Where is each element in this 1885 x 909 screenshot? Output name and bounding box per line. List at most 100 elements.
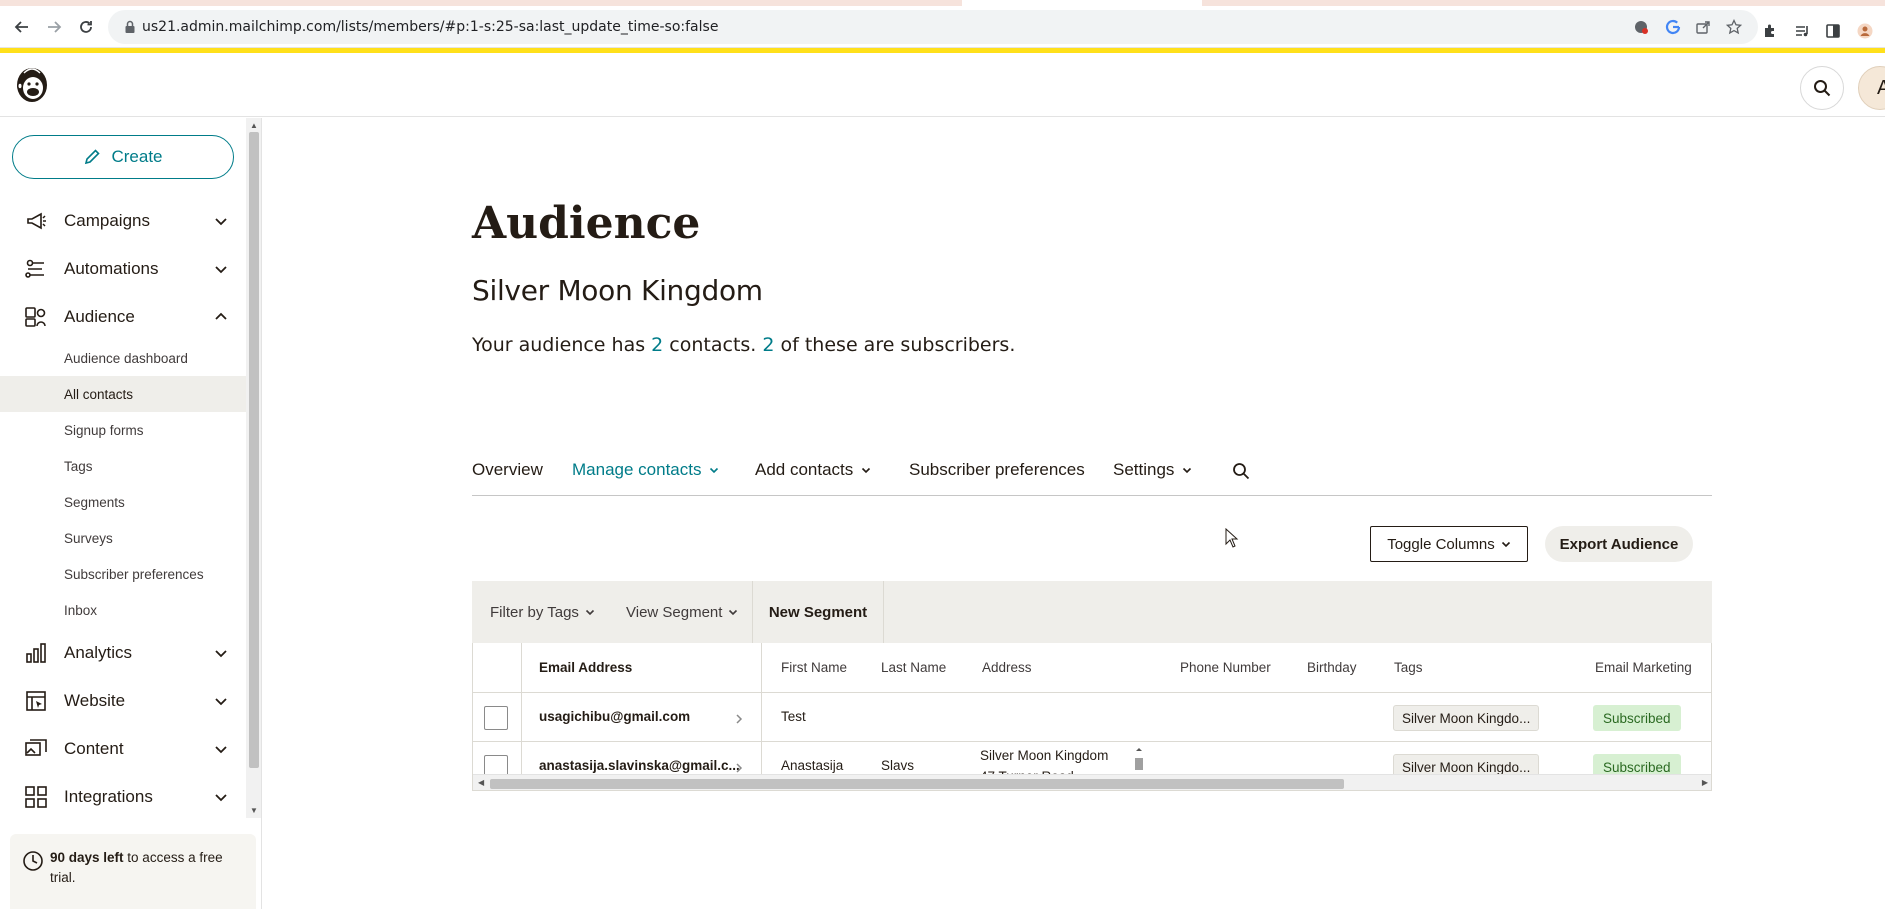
- column-header-tags[interactable]: Tags: [1394, 660, 1423, 675]
- tab-overview[interactable]: Overview: [472, 460, 543, 480]
- row-checkbox[interactable]: [484, 755, 508, 774]
- sidebar-item-audience[interactable]: Audience: [0, 294, 246, 340]
- tab-manage-contacts[interactable]: Manage contacts: [572, 460, 719, 480]
- bar-chart-icon: [26, 643, 46, 663]
- table-horizontal-scrollbar[interactable]: ◀ ▶: [473, 774, 1711, 790]
- contacts-count-link[interactable]: 2: [651, 334, 663, 356]
- scroll-right-arrow-icon[interactable]: ▶: [1702, 778, 1708, 787]
- media-queue-icon[interactable]: [1792, 21, 1812, 41]
- sidebar-subitem-audience-dashboard[interactable]: Audience dashboard: [0, 340, 246, 376]
- sidebar: Create Campaigns Automations Audience Au…: [0, 118, 262, 909]
- sidebar-item-integrations[interactable]: Integrations: [0, 774, 246, 820]
- profile-icon[interactable]: [1855, 21, 1875, 41]
- side-panel-icon[interactable]: [1823, 21, 1843, 41]
- toggle-columns-label: Toggle Columns: [1387, 535, 1495, 553]
- back-icon[interactable]: [10, 15, 34, 39]
- search-icon: [1814, 80, 1831, 97]
- sidebar-item-automations[interactable]: Automations: [0, 246, 246, 292]
- scroll-down-arrow-icon[interactable]: ▼: [250, 806, 258, 815]
- chevron-right-icon[interactable]: [735, 762, 743, 774]
- app-header: A: [0, 53, 1885, 117]
- scroll-left-arrow-icon[interactable]: ◀: [478, 778, 484, 787]
- sidebar-subitem-label: Subscriber preferences: [64, 566, 204, 582]
- sidebar-subitem-segments[interactable]: Segments: [0, 484, 246, 520]
- row-tag[interactable]: Silver Moon Kingdo...: [1393, 705, 1540, 731]
- tab-label: Settings: [1113, 460, 1175, 479]
- tab-label: Overview: [472, 460, 543, 479]
- forward-icon[interactable]: [42, 15, 66, 39]
- subscribers-count-link[interactable]: 2: [762, 334, 774, 356]
- column-header-phone[interactable]: Phone Number: [1180, 660, 1271, 675]
- column-header-email[interactable]: Email Address: [539, 660, 632, 675]
- tab-search[interactable]: [1232, 462, 1250, 480]
- clock-icon: [23, 851, 43, 871]
- column-header-last-name[interactable]: Last Name: [881, 660, 946, 675]
- export-audience-button[interactable]: Export Audience: [1545, 526, 1693, 562]
- trial-banner[interactable]: 90 days left to access a free trial.: [10, 834, 256, 909]
- sidebar-scrollbar[interactable]: ▲ ▼: [246, 118, 261, 818]
- summary-mid: contacts.: [663, 334, 763, 356]
- blocked-cookies-icon[interactable]: [1632, 18, 1650, 36]
- sidebar-item-analytics[interactable]: Analytics: [0, 630, 246, 676]
- share-icon[interactable]: [1694, 18, 1712, 36]
- filter-by-tags-dropdown[interactable]: Filter by Tags: [490, 581, 595, 643]
- column-header-address[interactable]: Address: [982, 660, 1032, 675]
- address-line-1: Silver Moon Kingdom: [980, 748, 1109, 763]
- table-row[interactable]: anastasija.slavinska@gmail.c... Anastasi…: [473, 742, 1711, 774]
- sidebar-item-content[interactable]: Content: [0, 726, 246, 772]
- url-text: us21.admin.mailchimp.com/lists/members/#…: [142, 19, 719, 35]
- sidebar-subitem-tags[interactable]: Tags: [0, 448, 246, 484]
- sidebar-subitem-label: All contacts: [64, 386, 134, 402]
- sidebar-scrollbar-thumb[interactable]: [249, 132, 259, 768]
- view-segment-dropdown[interactable]: View Segment: [626, 581, 738, 643]
- extensions-puzzle-icon[interactable]: [1760, 21, 1780, 41]
- column-header-first-name[interactable]: First Name: [781, 660, 847, 675]
- filter-bar: Filter by Tags View Segment New Segment: [472, 581, 1712, 643]
- grid-icon: [25, 786, 47, 808]
- header-search-button[interactable]: [1800, 66, 1844, 110]
- row-email[interactable]: usagichibu@gmail.com: [539, 709, 690, 724]
- sidebar-item-campaigns[interactable]: Campaigns: [0, 198, 246, 244]
- chevron-right-icon[interactable]: [735, 713, 743, 725]
- sidebar-subitem-signup-forms[interactable]: Signup forms: [0, 412, 246, 448]
- column-header-birthday[interactable]: Birthday: [1307, 660, 1357, 675]
- summary-suffix: of these are subscribers.: [774, 334, 1016, 356]
- page-title: Audience: [472, 198, 701, 249]
- account-avatar[interactable]: A: [1858, 66, 1885, 110]
- chevron-down-icon: [215, 218, 227, 226]
- mailchimp-logo-icon[interactable]: [12, 65, 52, 105]
- sidebar-subitem-surveys[interactable]: Surveys: [0, 520, 246, 556]
- row-checkbox[interactable]: [484, 706, 508, 730]
- pencil-icon: [85, 149, 101, 165]
- tab-settings[interactable]: Settings: [1113, 460, 1192, 480]
- sidebar-subitem-all-contacts[interactable]: All contacts: [0, 376, 246, 412]
- sidebar-subitem-label: Inbox: [64, 602, 98, 618]
- row-tag[interactable]: Silver Moon Kingdo...: [1393, 754, 1540, 774]
- row-email[interactable]: anastasija.slavinska@gmail.c...: [539, 758, 740, 773]
- sidebar-subitem-subscriber-preferences[interactable]: Subscriber preferences: [0, 556, 246, 592]
- new-segment-button[interactable]: New Segment: [752, 581, 884, 643]
- sidebar-item-label: Website: [64, 691, 126, 710]
- google-translate-icon[interactable]: [1664, 18, 1682, 36]
- mouse-cursor-icon: [1225, 528, 1239, 548]
- trial-text: 90 days left to access a free trial.: [50, 848, 240, 888]
- create-button[interactable]: Create: [12, 135, 234, 179]
- row-address: Silver Moon Kingdom 47 Turner Road: [980, 745, 1108, 774]
- toggle-columns-button[interactable]: Toggle Columns: [1370, 526, 1528, 562]
- horizontal-scrollbar-thumb[interactable]: [490, 779, 1344, 789]
- sidebar-subitem-inbox[interactable]: Inbox: [0, 592, 246, 628]
- chevron-down-icon: [862, 467, 871, 474]
- summary-prefix: Your audience has: [472, 334, 652, 356]
- reload-icon[interactable]: [74, 15, 98, 39]
- sidebar-item-website[interactable]: Website: [0, 678, 246, 724]
- chevron-down-icon: [215, 698, 227, 706]
- chevron-up-icon: [215, 312, 227, 320]
- column-header-email-marketing[interactable]: Email Marketing: [1595, 660, 1692, 675]
- address-bar[interactable]: us21.admin.mailchimp.com/lists/members/#…: [108, 10, 1758, 44]
- tab-add-contacts[interactable]: Add contacts: [755, 460, 871, 480]
- scroll-up-arrow-icon[interactable]: ▲: [250, 121, 258, 130]
- tab-subscriber-preferences[interactable]: Subscriber preferences: [909, 460, 1085, 480]
- address-scrollbar[interactable]: [1133, 745, 1145, 774]
- bookmark-star-icon[interactable]: [1725, 18, 1743, 36]
- table-row[interactable]: usagichibu@gmail.com Test Silver Moon Ki…: [473, 693, 1711, 742]
